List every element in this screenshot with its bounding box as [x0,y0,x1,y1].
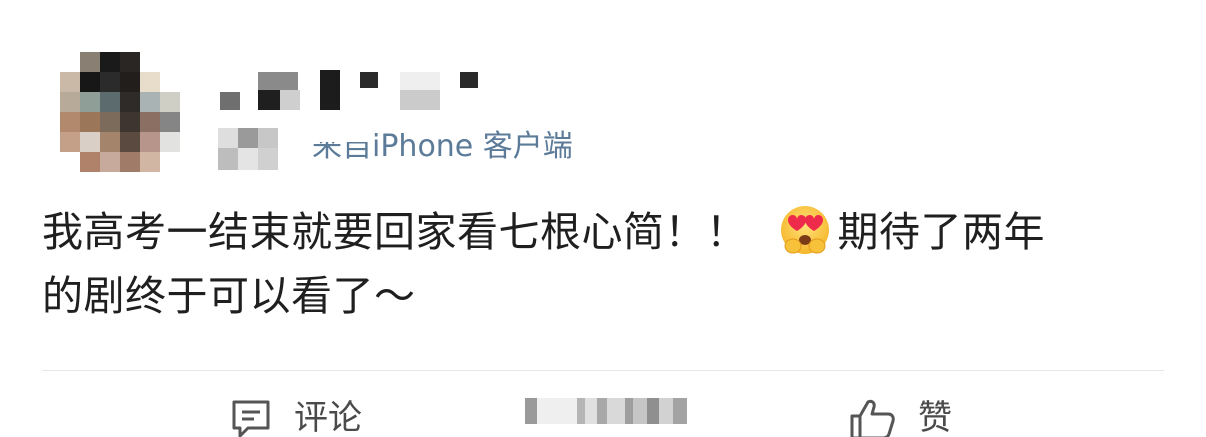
thumbs-up-icon [848,398,896,437]
comment-button[interactable]: 评论 [230,398,362,437]
post-text-segment: 期待了两年 [837,208,1045,256]
post-source-prefix: 来自 [312,129,372,164]
divider [42,370,1164,371]
avatar[interactable] [60,52,180,172]
like-label: 赞 [918,398,952,437]
heart-eyes-emoji-icon [778,202,832,256]
post-text-segment: 我高考一结束就要回家看七根心简！！ [42,208,748,256]
post-source[interactable]: 来自iPhone 客户端 [312,128,573,166]
post-line-2: 的剧终于可以看了～ [42,272,416,320]
like-button[interactable]: 赞 [848,398,952,437]
post-time-pixelated [218,128,280,170]
post-source-client[interactable]: iPhone 客户端 [372,129,573,164]
comment-label: 评论 [294,398,362,437]
forward-button-pixelated[interactable] [525,398,687,424]
post-body: 我高考一结束就要回家看七根心简！！ 期待了两年 的剧终于可以看了～ [42,200,1162,328]
username-pixelated[interactable] [218,68,480,112]
post-line-1: 我高考一结束就要回家看七根心简！！ 期待了两年 [42,200,1162,264]
comment-icon [230,398,272,437]
